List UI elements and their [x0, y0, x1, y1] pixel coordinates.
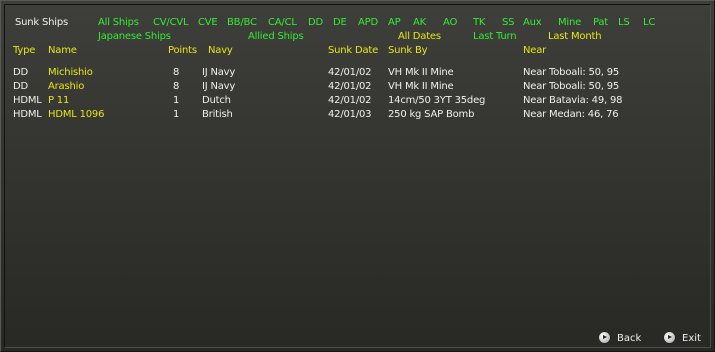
cell-navy: British — [202, 109, 233, 120]
cell-navy: IJ Navy — [202, 67, 236, 78]
arrow-right-icon — [599, 332, 610, 343]
cell-sunk-date: 42/01/03 — [328, 109, 372, 120]
column-header-type[interactable]: Type — [13, 45, 35, 57]
filter-ls[interactable]: LS — [618, 17, 630, 29]
cell-near: Near Medan: 46, 76 — [523, 109, 619, 120]
column-header-name[interactable]: Name — [48, 45, 77, 57]
filter-apd[interactable]: APD — [358, 17, 378, 29]
cell-points: 1 — [173, 109, 180, 120]
page-title: Sunk Ships — [15, 17, 69, 28]
cell-type: HDML — [13, 109, 42, 120]
back-button-label: Back — [617, 333, 642, 344]
filter-allied-ships[interactable]: Allied Ships — [248, 31, 304, 43]
filter-last-turn[interactable]: Last Turn — [473, 31, 517, 43]
filter-ss[interactable]: SS — [502, 17, 515, 29]
filter-dd[interactable]: DD — [308, 17, 323, 29]
filter-last-month[interactable]: Last Month — [548, 31, 602, 43]
cell-sunk-by: VH Mk II Mine — [388, 81, 454, 92]
filter-mine[interactable]: Mine — [558, 17, 581, 29]
column-header-sunk-date[interactable]: Sunk Date — [328, 45, 378, 57]
filter-all-ships[interactable]: All Ships — [98, 17, 139, 29]
cell-type: DD — [13, 67, 29, 78]
back-button[interactable]: Back — [599, 332, 645, 346]
filter-ak[interactable]: AK — [413, 17, 426, 29]
cell-ship-name-link[interactable]: Arashio — [48, 81, 84, 93]
cell-near: Near Toboali: 50, 95 — [523, 81, 620, 92]
cell-sunk-date: 42/01/02 — [328, 81, 372, 92]
filter-tk[interactable]: TK — [473, 17, 485, 29]
filter-pat[interactable]: Pat — [593, 17, 608, 29]
cell-type: DD — [13, 81, 29, 92]
cell-near: Near Toboali: 50, 95 — [523, 67, 620, 78]
column-header-near[interactable]: Near — [523, 45, 546, 57]
cell-points: 1 — [173, 95, 180, 106]
filter-de[interactable]: DE — [333, 17, 347, 29]
column-header-sunk-by[interactable]: Sunk By — [388, 45, 428, 57]
filter-bb-bc[interactable]: BB/BC — [227, 17, 257, 29]
cell-sunk-by: VH Mk II Mine — [388, 67, 454, 78]
cell-points: 8 — [173, 67, 180, 78]
cell-navy: IJ Navy — [202, 81, 236, 92]
cell-ship-name-link[interactable]: Michishio — [48, 67, 93, 79]
filter-all-dates[interactable]: All Dates — [398, 31, 441, 43]
cell-points: 8 — [173, 81, 180, 92]
cell-type: HDML — [13, 95, 42, 106]
exit-button[interactable]: Exit — [664, 332, 704, 346]
arrow-right-icon — [664, 332, 675, 343]
sunk-ships-window: Sunk Ships All Ships CV/CVL CVE BB/BC CA… — [0, 0, 715, 352]
exit-button-label: Exit — [682, 333, 701, 344]
column-header-points[interactable]: Points — [168, 45, 197, 57]
filter-ca-cl[interactable]: CA/CL — [268, 17, 297, 29]
cell-sunk-date: 42/01/02 — [328, 95, 372, 106]
cell-near: Near Batavia: 49, 98 — [523, 95, 623, 106]
column-header-navy[interactable]: Navy — [208, 45, 233, 57]
cell-ship-name-link[interactable]: HDML 1096 — [48, 109, 104, 121]
cell-sunk-by: 14cm/50 3YT 35deg — [388, 95, 486, 106]
filter-cve[interactable]: CVE — [198, 17, 218, 29]
filter-aux[interactable]: Aux — [523, 17, 542, 29]
filter-lc[interactable]: LC — [643, 17, 655, 29]
cell-navy: Dutch — [202, 95, 231, 106]
filter-japanese-ships[interactable]: Japanese Ships — [98, 31, 171, 43]
filter-ao[interactable]: AO — [443, 17, 457, 29]
filter-ap[interactable]: AP — [388, 17, 401, 29]
cell-sunk-date: 42/01/02 — [328, 67, 372, 78]
cell-sunk-by: 250 kg SAP Bomb — [388, 109, 475, 120]
filter-cv-cvl[interactable]: CV/CVL — [153, 17, 189, 29]
cell-ship-name-link[interactable]: P 11 — [48, 95, 69, 107]
